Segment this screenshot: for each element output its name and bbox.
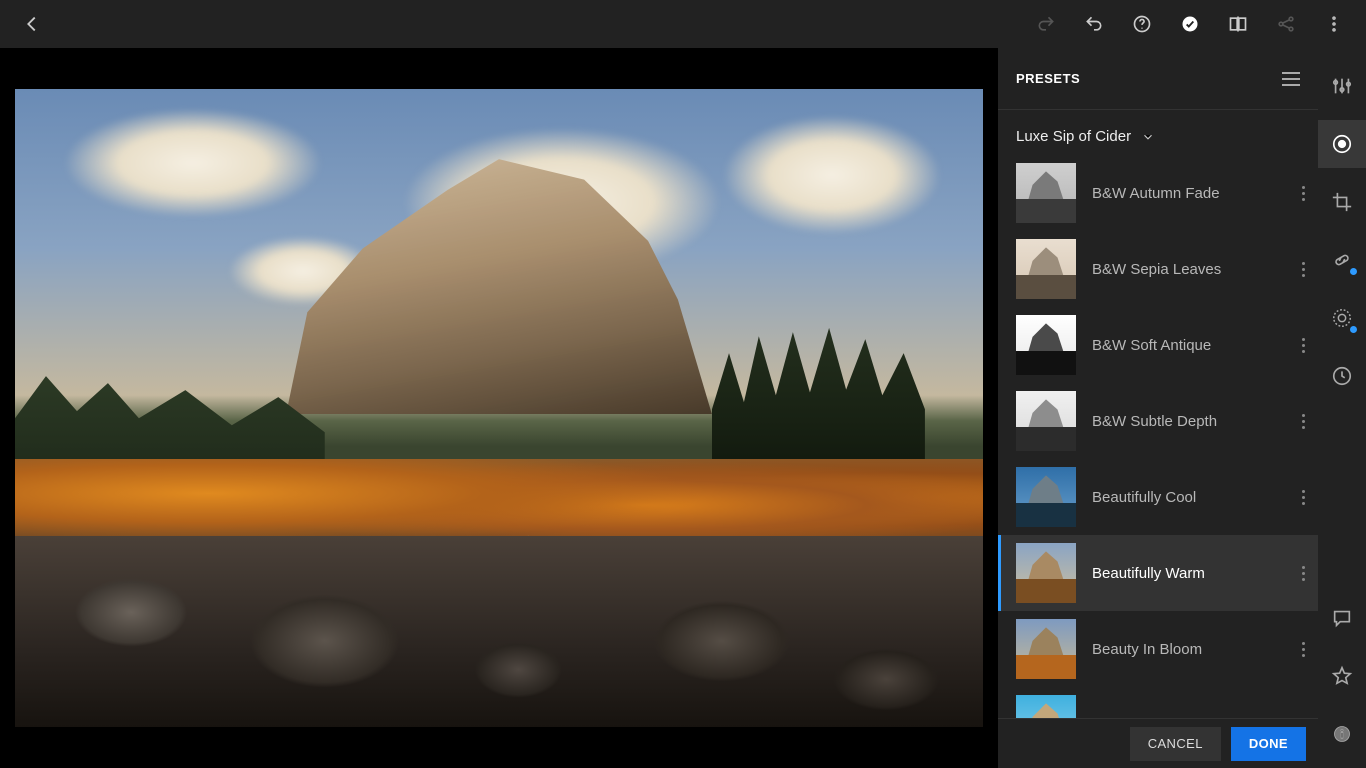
preset-row[interactable]: B&W Soft Antique: [998, 307, 1318, 383]
preset-row[interactable]: Brisk Air: [998, 687, 1318, 718]
done-button[interactable]: DONE: [1231, 727, 1306, 761]
comments-button[interactable]: [1318, 594, 1366, 642]
preset-more-icon[interactable]: [1288, 642, 1318, 657]
preset-group-label: Luxe Sip of Cider: [1016, 128, 1131, 145]
photo-cloud: [722, 115, 942, 235]
preset-row[interactable]: B&W Autumn Fade: [998, 155, 1318, 231]
undo-button[interactable]: [1072, 0, 1116, 48]
back-button[interactable]: [10, 0, 54, 48]
preset-label: Brisk Air: [1092, 717, 1288, 719]
panel-footer: CANCEL DONE: [998, 718, 1318, 768]
photo-cloud: [63, 108, 323, 218]
top-bar: [0, 0, 1366, 48]
preset-thumbnail: [1016, 163, 1076, 223]
preset-more-icon[interactable]: [1288, 262, 1318, 277]
preset-thumbnail: [1016, 467, 1076, 527]
photo-rocks: [15, 536, 983, 727]
preset-row[interactable]: Beauty In Bloom: [998, 611, 1318, 687]
preset-thumbnail: [1016, 543, 1076, 603]
preset-row[interactable]: B&W Sepia Leaves: [998, 231, 1318, 307]
share-button[interactable]: [1264, 0, 1308, 48]
tool-rail: [1318, 48, 1366, 768]
panel-menu-icon[interactable]: [1282, 72, 1300, 86]
preset-thumbnail: [1016, 239, 1076, 299]
presets-tool[interactable]: [1318, 120, 1366, 168]
masking-tool[interactable]: [1318, 294, 1366, 342]
presets-panel: PRESETS Luxe Sip of Cider B&W Autumn Fad…: [998, 48, 1318, 768]
preset-thumbnail: [1016, 391, 1076, 451]
preset-thumbnail: [1016, 695, 1076, 718]
top-bar-right: [1024, 0, 1356, 48]
preset-more-icon[interactable]: [1288, 490, 1318, 505]
versions-tool[interactable]: [1318, 352, 1366, 400]
panel-header: PRESETS: [998, 48, 1318, 110]
adjust-tool[interactable]: [1318, 62, 1366, 110]
preset-more-icon[interactable]: [1288, 414, 1318, 429]
preset-more-icon[interactable]: [1288, 718, 1318, 719]
preset-thumbnail: [1016, 315, 1076, 375]
chevron-down-icon: [1141, 130, 1155, 144]
new-feature-dot: [1349, 267, 1358, 276]
compare-button[interactable]: [1216, 0, 1260, 48]
preset-list: B&W Autumn Fade B&W Sepia Leaves B&W Soft …: [998, 155, 1318, 718]
preset-label: Beautifully Cool: [1092, 489, 1288, 506]
redo-button[interactable]: [1024, 0, 1068, 48]
preset-more-icon[interactable]: [1288, 566, 1318, 581]
preset-more-icon[interactable]: [1288, 186, 1318, 201]
preset-row[interactable]: Beautifully Cool: [998, 459, 1318, 535]
preset-label: Beauty In Bloom: [1092, 641, 1288, 658]
help-button[interactable]: [1120, 0, 1164, 48]
preset-row[interactable]: Beautifully Warm: [998, 535, 1318, 611]
rating-button[interactable]: [1318, 652, 1366, 700]
preset-label: B&W Sepia Leaves: [1092, 261, 1288, 278]
cancel-button[interactable]: CANCEL: [1130, 727, 1221, 761]
preset-label: B&W Autumn Fade: [1092, 185, 1288, 202]
crop-tool[interactable]: [1318, 178, 1366, 226]
preset-more-icon[interactable]: [1288, 338, 1318, 353]
top-bar-left: [10, 0, 54, 48]
healing-tool[interactable]: [1318, 236, 1366, 284]
preset-label: B&W Subtle Depth: [1092, 413, 1288, 430]
preset-group-dropdown[interactable]: Luxe Sip of Cider: [998, 110, 1318, 155]
info-button[interactable]: [1318, 710, 1366, 758]
preset-thumbnail: [1016, 619, 1076, 679]
photo-canvas[interactable]: [15, 89, 983, 727]
preset-label: Beautifully Warm: [1092, 565, 1288, 582]
new-feature-dot: [1349, 325, 1358, 334]
cloud-status-icon[interactable]: [1168, 0, 1212, 48]
preset-label: B&W Soft Antique: [1092, 337, 1288, 354]
more-button[interactable]: [1312, 0, 1356, 48]
preset-row[interactable]: B&W Subtle Depth: [998, 383, 1318, 459]
panel-title: PRESETS: [1016, 71, 1080, 86]
